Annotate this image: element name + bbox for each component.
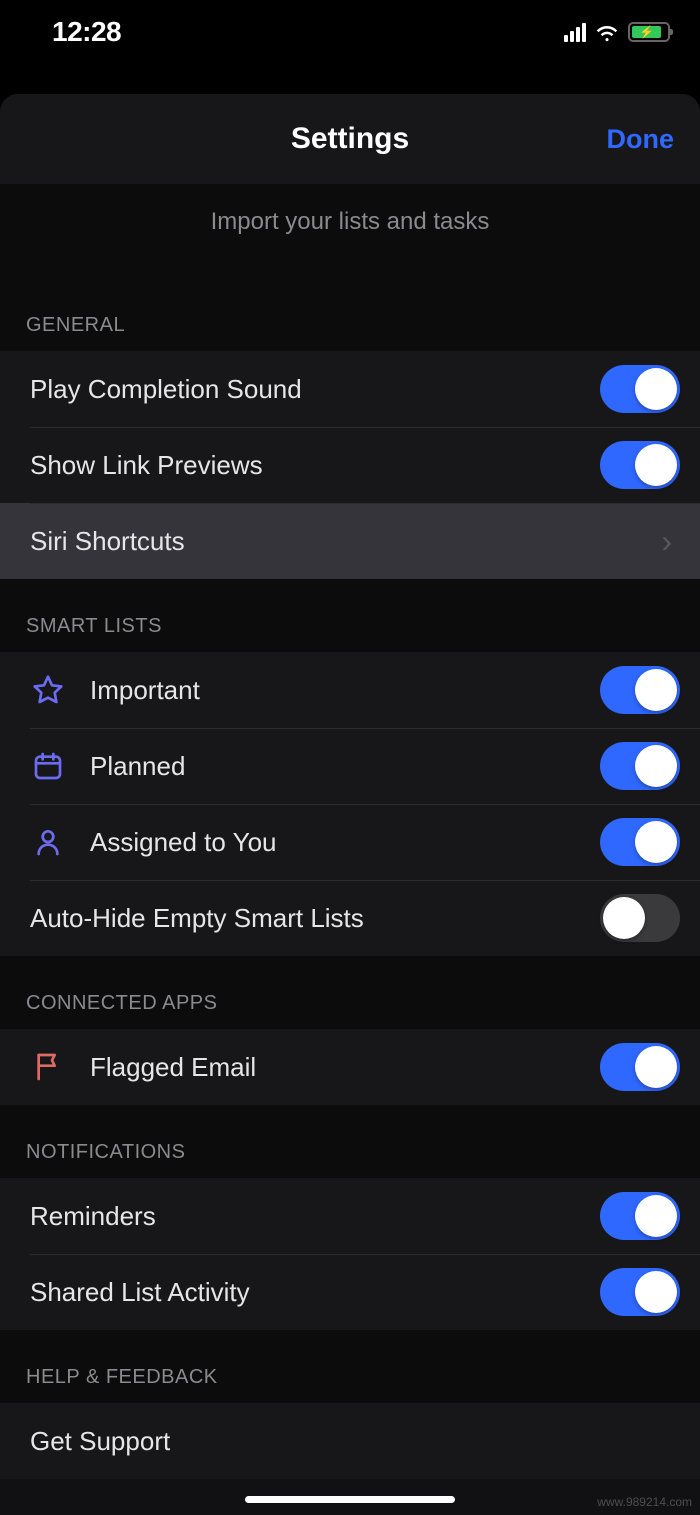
toggle-play-completion-sound[interactable] xyxy=(600,365,680,413)
cellular-signal-icon xyxy=(564,23,586,42)
section-connected-apps: Flagged Email xyxy=(0,1029,700,1105)
import-subtext: Import your lists and tasks xyxy=(0,184,700,278)
toggle-show-link-previews[interactable] xyxy=(600,441,680,489)
row-label: Reminders xyxy=(30,1201,600,1232)
page-title: Settings xyxy=(291,122,409,156)
row-get-support[interactable]: Get Support xyxy=(0,1403,700,1479)
section-header-connected-apps: CONNECTED APPS xyxy=(0,956,700,1029)
row-label: Assigned to You xyxy=(90,827,600,858)
toggle-shared-list-activity[interactable] xyxy=(600,1268,680,1316)
toggle-auto-hide[interactable] xyxy=(600,894,680,942)
battery-icon: ⚡ xyxy=(628,22,670,42)
home-indicator[interactable] xyxy=(245,1496,455,1503)
row-auto-hide-empty-smart-lists[interactable]: Auto-Hide Empty Smart Lists xyxy=(0,880,700,956)
section-header-general: GENERAL xyxy=(0,278,700,351)
calendar-icon xyxy=(30,748,66,784)
row-label: Play Completion Sound xyxy=(30,374,600,405)
section-header-notifications: NOTIFICATIONS xyxy=(0,1105,700,1178)
section-smart-lists: Important Planned Assigned to You Auto-H… xyxy=(0,652,700,956)
row-flagged-email[interactable]: Flagged Email xyxy=(0,1029,700,1105)
row-planned[interactable]: Planned xyxy=(0,728,700,804)
toggle-planned[interactable] xyxy=(600,742,680,790)
row-label: Get Support xyxy=(30,1426,680,1457)
row-label: Auto-Hide Empty Smart Lists xyxy=(30,903,600,934)
section-notifications: Reminders Shared List Activity xyxy=(0,1178,700,1330)
wifi-icon xyxy=(594,22,620,42)
toggle-reminders[interactable] xyxy=(600,1192,680,1240)
row-play-completion-sound[interactable]: Play Completion Sound xyxy=(0,351,700,427)
chevron-right-icon: › xyxy=(661,523,672,560)
sheet-header: Settings Done xyxy=(0,94,700,184)
status-icons: ⚡ xyxy=(564,22,670,42)
flag-icon xyxy=(30,1049,66,1085)
row-show-link-previews[interactable]: Show Link Previews xyxy=(0,427,700,503)
settings-sheet: Settings Done Import your lists and task… xyxy=(0,94,700,1515)
row-reminders[interactable]: Reminders xyxy=(0,1178,700,1254)
row-important[interactable]: Important xyxy=(0,652,700,728)
row-label: Flagged Email xyxy=(90,1052,600,1083)
section-help-feedback: Get Support xyxy=(0,1403,700,1479)
section-general: Play Completion Sound Show Link Previews… xyxy=(0,351,700,579)
done-button[interactable]: Done xyxy=(607,124,675,155)
star-icon xyxy=(30,672,66,708)
row-label: Planned xyxy=(90,751,600,782)
status-time: 12:28 xyxy=(52,16,121,48)
row-label: Show Link Previews xyxy=(30,450,600,481)
toggle-flagged-email[interactable] xyxy=(600,1043,680,1091)
section-header-smart-lists: SMART LISTS xyxy=(0,579,700,652)
row-assigned-to-you[interactable]: Assigned to You xyxy=(0,804,700,880)
row-label: Siri Shortcuts xyxy=(30,526,661,557)
person-icon xyxy=(30,824,66,860)
charging-bolt-icon: ⚡ xyxy=(639,25,654,39)
section-header-help-feedback: HELP & FEEDBACK xyxy=(0,1330,700,1403)
toggle-important[interactable] xyxy=(600,666,680,714)
row-siri-shortcuts[interactable]: Siri Shortcuts › xyxy=(0,503,700,579)
watermark: www.989214.com xyxy=(597,1495,692,1509)
toggle-assigned-to-you[interactable] xyxy=(600,818,680,866)
row-label: Shared List Activity xyxy=(30,1277,600,1308)
status-bar: 12:28 ⚡ xyxy=(0,0,700,64)
row-label: Important xyxy=(90,675,600,706)
row-shared-list-activity[interactable]: Shared List Activity xyxy=(0,1254,700,1330)
